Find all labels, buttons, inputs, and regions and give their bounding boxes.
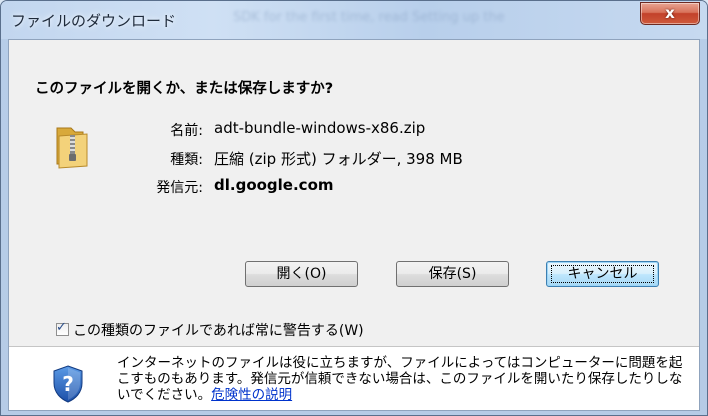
save-button[interactable]: 保存(S) (396, 261, 509, 287)
svg-text:?: ? (62, 372, 74, 396)
always-warn-label[interactable]: この種類のファイルであれば常に警告する(W) (73, 320, 364, 340)
always-warn-checkbox[interactable]: ✓ (56, 320, 69, 336)
close-button[interactable]: x (640, 2, 700, 25)
zip-folder-icon (56, 127, 88, 169)
risk-explanation-link[interactable]: 危険性の説明 (211, 387, 292, 403)
from-value: dl.google.com (214, 176, 334, 194)
name-label: 名前: (170, 123, 203, 139)
cancel-button[interactable]: キャンセル (546, 261, 659, 287)
download-dialog: ファイルのダウンロード SDK for the first time, read… (0, 0, 708, 416)
dialog-question: このファイルを開くか、または保存しますか? (35, 81, 334, 97)
shield-question-icon: ? (53, 365, 83, 403)
type-label: 種類: (170, 152, 203, 168)
type-value: 圧縮 (zip 形式) フォルダー, 398 MB (214, 150, 463, 168)
name-value: adt-bundle-windows-x86.zip (214, 119, 426, 137)
window-title: ファイルのダウンロード (11, 12, 177, 30)
focus-rectangle (551, 265, 654, 283)
checkmark-icon: ✓ (56, 320, 67, 335)
warning-text: インターネットのファイルは役に立ちますが、ファイルによってはコンピューターに問題… (117, 355, 683, 403)
dialog-body: このファイルを開くか、または保存しますか? 名前: adt-bundle-win… (8, 39, 700, 411)
title-bar[interactable]: ファイルのダウンロード SDK for the first time, read… (1, 1, 707, 39)
from-label: 発信元: (156, 180, 203, 196)
background-ghost-text: SDK for the first time, read Setting up … (233, 10, 505, 25)
warning-message: インターネットのファイルは役に立ちますが、ファイルによってはコンピューターに問題… (117, 355, 692, 403)
close-icon: x (665, 4, 675, 22)
open-button[interactable]: 開く(O) (245, 261, 358, 287)
